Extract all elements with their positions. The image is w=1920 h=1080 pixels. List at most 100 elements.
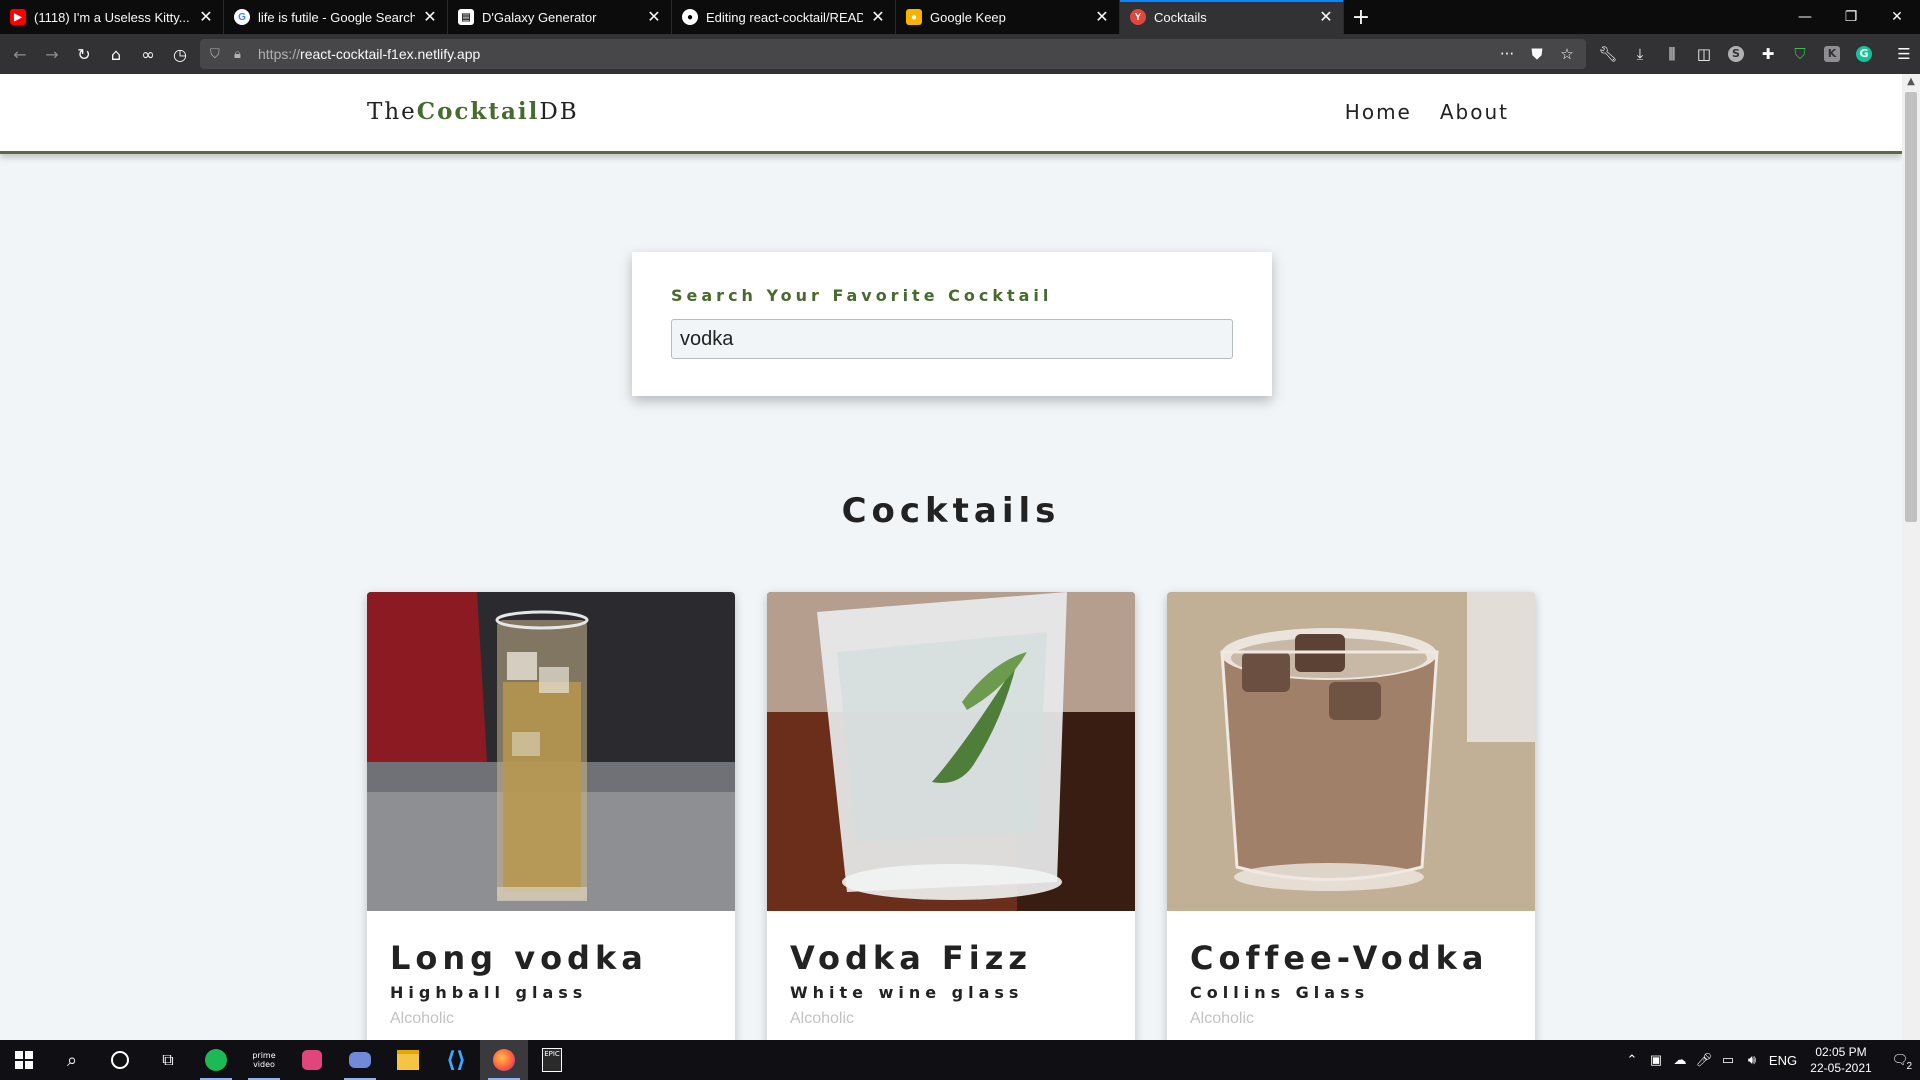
cocktail-name: Long vodka: [390, 939, 648, 977]
new-tab-button[interactable]: +: [1344, 0, 1378, 34]
tab-title: life is futile - Google Search: [258, 9, 415, 25]
bookmark-star-icon[interactable]: ☆: [1554, 45, 1580, 63]
tab-title: Google Keep: [930, 9, 1006, 25]
notifications-icon[interactable]: 🗨︎ 2: [1880, 1052, 1920, 1072]
system-tray: ⌃ ▣ ☁ 🎤︎ ▭ 🔊︎ ENG 02:05 PM 22-05-2021 🗨︎…: [1620, 1040, 1920, 1080]
windows-taskbar: ⌕ ⧉ prime video ⟨⟩ EPIC ⌃ ▣ ☁ 🎤︎ ▭ 🔊︎ ENG…: [0, 1040, 1920, 1080]
epic-games-icon[interactable]: EPIC: [528, 1040, 576, 1080]
windows-start-icon[interactable]: [0, 1040, 48, 1080]
nav-link-home[interactable]: Home: [1345, 100, 1412, 124]
card-body: Vodka Fizz White wine glass Alcoholic: [767, 911, 1135, 1040]
sidebar-icon[interactable]: ◫: [1688, 38, 1720, 70]
restore-icon[interactable]: ❐: [1828, 0, 1874, 34]
shield-icon[interactable]: ⛉: [210, 47, 234, 62]
cocktail-info: Alcoholic: [1190, 1010, 1255, 1027]
meet-now-icon[interactable]: ▣: [1644, 1052, 1668, 1068]
private-mask-icon[interactable]: ∞: [132, 38, 164, 70]
scrollbar-thumb[interactable]: [1905, 92, 1917, 522]
close-tab-icon[interactable]: ✕: [197, 7, 215, 27]
vscode-icon[interactable]: ⟨⟩: [432, 1040, 480, 1080]
close-tab-icon[interactable]: ✕: [1317, 7, 1335, 27]
browser-tab-dgalaxy[interactable]: ▤ D'Galaxy Generator ✕: [448, 0, 672, 34]
firefox-icon[interactable]: [480, 1040, 528, 1080]
close-window-icon[interactable]: ✕: [1874, 0, 1920, 34]
cortana-icon[interactable]: [96, 1040, 144, 1080]
browser-tab-github[interactable]: ● Editing react-cocktail/README ✕: [672, 0, 896, 34]
cocktail-image-coffee-vodka[interactable]: [1167, 592, 1535, 911]
language-indicator[interactable]: ENG: [1764, 1053, 1802, 1068]
close-tab-icon[interactable]: ✕: [1093, 7, 1111, 27]
tab-title: Editing react-cocktail/README: [706, 9, 863, 25]
cocktail-name: Vodka Fizz: [790, 939, 1032, 977]
site-logo[interactable]: TheCocktailDB: [367, 98, 579, 125]
task-view-icon[interactable]: ⧉: [144, 1040, 192, 1080]
cocktail-name: Coffee-Vodka: [1190, 939, 1489, 977]
downloads-icon[interactable]: ⤓: [1624, 38, 1656, 70]
cocktail-image-long-vodka[interactable]: [367, 592, 735, 911]
home-icon[interactable]: ⌂: [100, 38, 132, 70]
volume-icon[interactable]: 🔊︎: [1740, 1052, 1764, 1068]
search-label: Search Your Favorite Cocktail: [671, 286, 1053, 305]
reload-icon[interactable]: ↻: [68, 38, 100, 70]
browser-tab-google-keep[interactable]: ● Google Keep ✕: [896, 0, 1120, 34]
browser-tab-cocktails[interactable]: Y Cocktails ✕: [1120, 0, 1344, 34]
cocktail-glass: Highball glass: [390, 983, 588, 1002]
devtools-wrench-icon[interactable]: 🔧︎: [1592, 38, 1624, 70]
discord-icon[interactable]: [336, 1040, 384, 1080]
browser-tab-google-search[interactable]: G life is futile - Google Search ✕: [224, 0, 448, 34]
page-actions: ··· ⛊ ☆: [1494, 39, 1580, 69]
tab-title: D'Galaxy Generator: [482, 9, 597, 25]
cocktail-card[interactable]: Long vodka Highball glass Alcoholic: [367, 592, 735, 1040]
close-tab-icon[interactable]: ✕: [421, 7, 439, 27]
extension-s-icon[interactable]: S: [1720, 38, 1752, 70]
puzzle-extensions-icon[interactable]: ✚: [1752, 38, 1784, 70]
window-controls: — ❐ ✕: [1782, 0, 1920, 34]
cocktail-image-vodka-fizz[interactable]: [767, 592, 1135, 911]
web-page: TheCocktailDB Home About Search Your Fav…: [0, 74, 1902, 1040]
browser-tab-youtube[interactable]: ▶ (1118) I'm a Useless Kitty... | Kit ✕: [0, 0, 224, 34]
more-actions-icon[interactable]: ···: [1494, 45, 1520, 63]
extension-k-icon[interactable]: K: [1816, 38, 1848, 70]
file-explorer-icon[interactable]: [384, 1040, 432, 1080]
page-scrollbar[interactable]: ▲: [1902, 74, 1920, 1040]
cocktail-card[interactable]: Vodka Fizz White wine glass Alcoholic: [767, 592, 1135, 1040]
prime-video-icon[interactable]: prime video: [240, 1040, 288, 1080]
nav-link-about[interactable]: About: [1440, 100, 1509, 124]
onedrive-icon[interactable]: ☁: [1668, 1052, 1692, 1068]
library-icon[interactable]: ⫼: [1656, 38, 1688, 70]
menu-hamburger-icon[interactable]: ☰: [1888, 38, 1920, 70]
url-text[interactable]: https://react-cocktail-f1ex.netlify.app: [258, 46, 480, 62]
scroll-up-icon[interactable]: ▲: [1902, 74, 1920, 90]
site-navbar: TheCocktailDB Home About: [0, 74, 1902, 154]
grammarly-icon[interactable]: G: [1848, 38, 1880, 70]
address-bar[interactable]: ⛉ 🔒︎ https://react-cocktail-f1ex.netlify…: [200, 39, 1586, 69]
history-icon[interactable]: ◷: [164, 38, 196, 70]
spotify-icon[interactable]: [192, 1040, 240, 1080]
github-icon: ●: [682, 9, 698, 25]
youtube-icon: ▶: [10, 9, 26, 25]
shield-extension-icon[interactable]: ⛉: [1784, 38, 1816, 70]
clock[interactable]: 02:05 PM 22-05-2021: [1802, 1044, 1880, 1076]
close-tab-icon[interactable]: ✕: [869, 7, 887, 27]
tab-title: Cocktails: [1154, 9, 1207, 25]
google-icon: G: [234, 9, 250, 25]
forward-icon[interactable]: →: [36, 38, 68, 70]
cocktail-glass: Collins Glass: [1190, 983, 1370, 1002]
back-icon[interactable]: ←: [4, 38, 36, 70]
cocktail-info: Alcoholic: [390, 1010, 455, 1027]
keep-icon: ●: [906, 9, 922, 25]
chevron-up-icon[interactable]: ⌃: [1620, 1052, 1644, 1068]
network-icon[interactable]: ▭: [1716, 1052, 1740, 1068]
minimize-icon[interactable]: —: [1782, 0, 1828, 34]
cocktail-glass: White wine glass: [790, 983, 1024, 1002]
lock-icon[interactable]: 🔒︎: [234, 47, 258, 62]
microphone-icon[interactable]: 🎤︎: [1692, 1052, 1716, 1068]
pocket-icon[interactable]: ⛊: [1524, 45, 1550, 63]
search-input[interactable]: [671, 319, 1233, 359]
close-tab-icon[interactable]: ✕: [645, 7, 663, 27]
search-icon[interactable]: ⌕: [48, 1040, 96, 1080]
page-icon: ▤: [458, 9, 474, 25]
cocktail-card[interactable]: Coffee-Vodka Collins Glass Alcoholic: [1167, 592, 1535, 1040]
twitch-icon[interactable]: [288, 1040, 336, 1080]
toolbar-extensions: 🔧︎ ⤓ ⫼ ◫ S ✚ ⛉ K G ☰: [1592, 38, 1920, 70]
